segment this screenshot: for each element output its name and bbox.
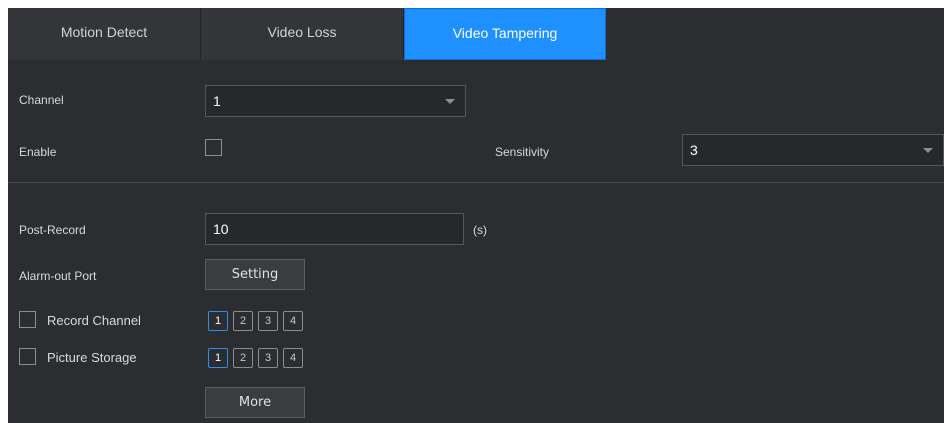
more-button[interactable]: More xyxy=(205,387,305,418)
settings-panel: Motion Detect Video Loss Video Tampering… xyxy=(8,8,944,423)
tab-video-loss[interactable]: Video Loss xyxy=(201,8,404,60)
record-channel-1[interactable]: 1 xyxy=(208,311,228,331)
sensitivity-select[interactable]: 3 xyxy=(682,134,944,166)
picture-channel-1[interactable]: 1 xyxy=(208,348,228,368)
tab-motion-detect[interactable]: Motion Detect xyxy=(8,8,201,60)
chevron-down-icon xyxy=(445,99,455,104)
enable-checkbox[interactable] xyxy=(205,139,222,156)
record-channel-checkbox[interactable] xyxy=(19,311,36,328)
picture-storage-label: Picture Storage xyxy=(47,350,137,365)
picture-channel-4[interactable]: 4 xyxy=(283,348,303,368)
chevron-down-icon xyxy=(923,148,933,153)
enable-label: Enable xyxy=(19,145,57,159)
alarm-out-port-label: Alarm-out Port xyxy=(19,269,97,283)
record-channel-2[interactable]: 2 xyxy=(233,311,253,331)
sensitivity-label: Sensitivity xyxy=(495,145,550,159)
post-record-input[interactable]: 10 xyxy=(205,213,464,245)
record-channel-4[interactable]: 4 xyxy=(283,311,303,331)
channel-select[interactable]: 1 xyxy=(205,85,466,117)
post-record-label: Post-Record xyxy=(19,223,86,237)
channel-label: Channel xyxy=(19,93,64,107)
record-channel-3[interactable]: 3 xyxy=(258,311,278,331)
picture-channel-2[interactable]: 2 xyxy=(233,348,253,368)
picture-channel-3[interactable]: 3 xyxy=(258,348,278,368)
post-record-unit: (s) xyxy=(473,223,487,237)
sensitivity-select-value: 3 xyxy=(690,142,698,158)
record-channel-label: Record Channel xyxy=(47,313,141,328)
setting-button[interactable]: Setting xyxy=(205,259,305,290)
picture-storage-checkbox[interactable] xyxy=(19,348,36,365)
tab-video-tampering[interactable]: Video Tampering xyxy=(404,8,606,60)
channel-select-value: 1 xyxy=(213,93,221,109)
tab-bar: Motion Detect Video Loss Video Tampering xyxy=(8,8,944,60)
section-divider xyxy=(8,182,944,183)
